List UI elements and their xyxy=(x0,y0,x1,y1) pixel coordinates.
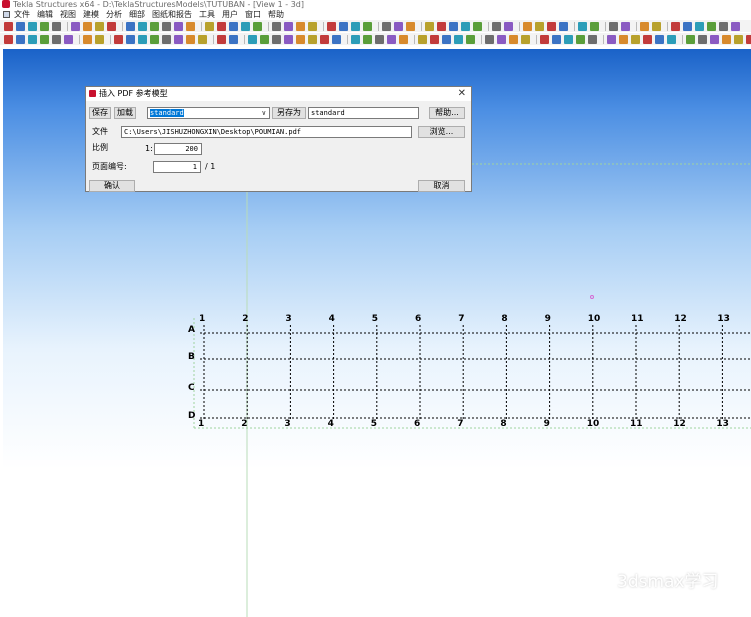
grid-label-column: 9 xyxy=(545,314,551,324)
grid-label-column-bottom: 7 xyxy=(457,419,463,429)
page-total: / 1 xyxy=(205,162,216,171)
preset-value: standard xyxy=(150,109,184,117)
insert-pdf-dialog: 插入 PDF 参考模型 ✕ 保存 加载 standard ∨ 另存为 stand… xyxy=(85,86,472,192)
grid-label-column-bottom: 5 xyxy=(371,419,377,429)
grid-label-column-bottom: 6 xyxy=(414,419,420,429)
grid-label-column-bottom: 12 xyxy=(673,419,686,429)
grid-label-column: 8 xyxy=(501,314,507,324)
file-label: 文件 xyxy=(92,127,108,136)
wechat-icon xyxy=(596,575,613,588)
grid-label-column-bottom: 4 xyxy=(328,419,334,429)
grid-label-row: A xyxy=(188,325,195,335)
grid-label-row: B xyxy=(188,352,195,362)
grid-label-column-bottom: 10 xyxy=(587,419,600,429)
ok-button[interactable]: 确认 xyxy=(89,180,135,192)
grid-label-column: 11 xyxy=(631,314,644,324)
save-as-button[interactable]: 另存为 xyxy=(272,107,306,119)
dialog-title: 插入 PDF 参考模型 xyxy=(99,89,168,98)
chevron-down-icon[interactable]: ∨ xyxy=(262,108,266,118)
grid-label-column-bottom: 8 xyxy=(500,419,506,429)
grid-label-column: 5 xyxy=(372,314,378,324)
grid-label-column-bottom: 11 xyxy=(630,419,643,429)
save-as-input[interactable]: standard xyxy=(308,107,419,119)
grid-label-column: 4 xyxy=(329,314,335,324)
tekla-logo-icon xyxy=(89,90,96,97)
preset-combo[interactable]: standard ∨ xyxy=(147,107,270,119)
page-number-input[interactable]: 1 xyxy=(153,161,201,173)
save-button[interactable]: 保存 xyxy=(89,107,111,119)
watermark-text: 3dsmax学习 xyxy=(617,572,719,592)
scale-prefix: 1: xyxy=(145,144,153,153)
scale-input[interactable]: 200 xyxy=(154,143,202,155)
grid-label-column-bottom: 3 xyxy=(284,419,290,429)
cancel-button[interactable]: 取消 xyxy=(418,180,465,192)
grid-label-row: C xyxy=(188,383,195,393)
grid-label-column: 13 xyxy=(717,314,730,324)
help-button[interactable]: 帮助... xyxy=(429,107,465,119)
scale-label: 比例 xyxy=(92,143,108,152)
grid-label-column-bottom: 2 xyxy=(241,419,247,429)
page-number-label: 页面编号: xyxy=(92,162,127,171)
grid-label-column: 10 xyxy=(588,314,601,324)
origin-marker xyxy=(590,295,594,299)
grid-label-column: 1 xyxy=(199,314,205,324)
browse-button[interactable]: 浏览... xyxy=(418,126,465,138)
grid-label-column: 6 xyxy=(415,314,421,324)
file-path-input[interactable]: C:\Users\JISHUZHONGXIN\Desktop\POUMIAN.p… xyxy=(121,126,412,138)
watermark: 3dsmax学习 xyxy=(596,572,719,592)
grid-label-column: 12 xyxy=(674,314,687,324)
grid-label-column-bottom: 13 xyxy=(716,419,729,429)
grid-label-column-bottom: 1 xyxy=(198,419,204,429)
grid-label-row: D xyxy=(188,411,195,421)
close-icon[interactable]: ✕ xyxy=(458,88,466,100)
grid-label-column: 3 xyxy=(285,314,291,324)
grid-label-column: 2 xyxy=(242,314,248,324)
grid-label-column: 7 xyxy=(458,314,464,324)
load-button[interactable]: 加载 xyxy=(114,107,136,119)
grid-label-column-bottom: 9 xyxy=(544,419,550,429)
dialog-title-bar: 插入 PDF 参考模型 xyxy=(86,87,471,101)
